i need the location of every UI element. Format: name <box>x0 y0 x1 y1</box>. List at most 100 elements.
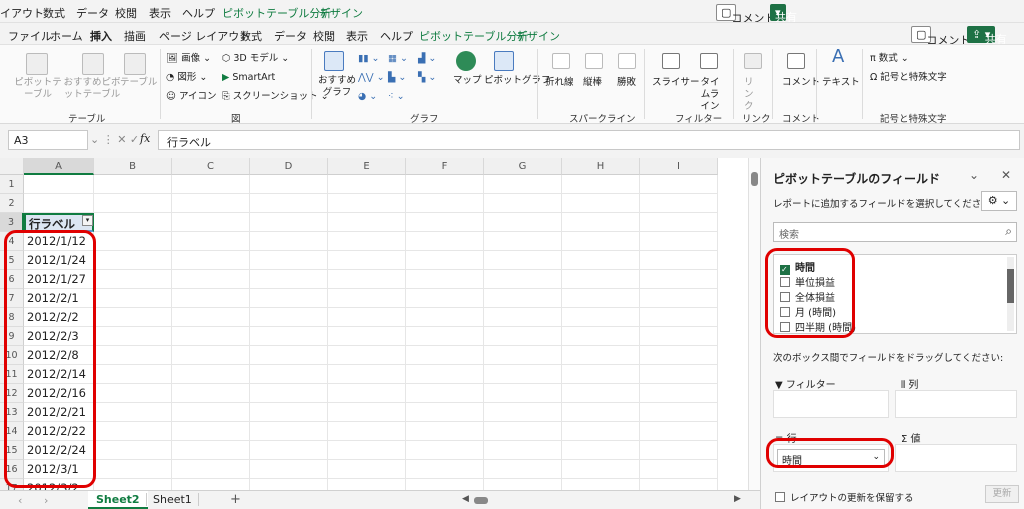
defer-checkbox[interactable] <box>775 492 785 502</box>
table-cell[interactable] <box>640 194 718 213</box>
equation-button[interactable]: π 数式 ⌄ <box>870 53 909 65</box>
fx-button[interactable]: fx <box>140 132 150 145</box>
table-cell[interactable] <box>562 441 640 460</box>
smartart-button[interactable]: ▶ SmartArt <box>222 72 275 84</box>
tab-page-layout[interactable]: ページ レイアウト <box>159 28 250 44</box>
tab-formulas[interactable]: 数式 <box>240 28 262 44</box>
statistic-chart-icon[interactable]: ▙ ⌄ <box>388 72 406 84</box>
tab-draw[interactable]: 描画 <box>124 28 146 44</box>
table-cell[interactable] <box>562 194 640 213</box>
table-cell[interactable] <box>172 384 250 403</box>
table-cell[interactable] <box>250 251 328 270</box>
name-box[interactable]: A3 <box>8 130 88 150</box>
table-cell[interactable] <box>562 270 640 289</box>
tab-pivot-analysis[interactable]: ピボットテーブル分析 <box>419 28 528 44</box>
table-cell[interactable] <box>328 422 406 441</box>
table-button[interactable]: テーブル <box>120 77 157 89</box>
table-cell[interactable] <box>250 422 328 441</box>
link-button[interactable]: リンク <box>744 77 762 113</box>
table-cell[interactable] <box>562 308 640 327</box>
table-cell[interactable] <box>94 232 172 251</box>
sparkline-column-button[interactable]: 縦棒 <box>583 77 602 89</box>
table-cell[interactable] <box>562 289 640 308</box>
add-sheet-icon[interactable]: + <box>230 492 241 507</box>
table-cell[interactable] <box>94 327 172 346</box>
table-cell[interactable] <box>328 403 406 422</box>
share-button[interactable]: ⇪ 共有 ▾ <box>967 26 1007 46</box>
field-list-scrollbar[interactable] <box>1007 257 1014 331</box>
table-cell[interactable] <box>328 327 406 346</box>
row-header[interactable]: 2 <box>0 194 24 213</box>
tab-home[interactable]: ホーム <box>50 28 83 44</box>
table-cell[interactable] <box>406 479 484 490</box>
column-header-a[interactable]: A <box>24 158 94 175</box>
table-cell[interactable] <box>250 460 328 479</box>
table-cell[interactable] <box>640 251 718 270</box>
formula-input[interactable]: 行ラベル <box>158 130 1020 150</box>
table-cell[interactable] <box>250 403 328 422</box>
table-cell[interactable] <box>640 460 718 479</box>
top-tab-review[interactable]: 校閲 <box>115 5 137 21</box>
table-cell[interactable] <box>484 346 562 365</box>
table-cell[interactable] <box>328 194 406 213</box>
line-chart-icon[interactable]: ⋀⋁ ⌄ <box>358 72 385 84</box>
scrollbar-thumb[interactable] <box>751 172 758 186</box>
table-cell[interactable] <box>94 270 172 289</box>
table-cell[interactable] <box>94 365 172 384</box>
table-cell[interactable] <box>172 346 250 365</box>
tab-help[interactable]: ヘルプ <box>380 28 413 44</box>
table-cell[interactable] <box>94 441 172 460</box>
table-cell[interactable] <box>484 422 562 441</box>
table-cell[interactable] <box>562 232 640 251</box>
table-cell[interactable] <box>484 270 562 289</box>
table-cell[interactable] <box>250 194 328 213</box>
table-cell[interactable] <box>24 175 94 194</box>
vertical-scrollbar[interactable] <box>748 158 760 490</box>
table-cell[interactable] <box>172 251 250 270</box>
tab-file[interactable]: ファイル <box>8 28 52 44</box>
tab-review[interactable]: 校閲 <box>313 28 335 44</box>
sheet-tab-sheet2[interactable]: Sheet2 <box>88 491 148 509</box>
hscroll-thumb[interactable] <box>474 497 488 504</box>
table-cell[interactable] <box>406 251 484 270</box>
table-cell[interactable] <box>406 232 484 251</box>
table-cell[interactable] <box>406 460 484 479</box>
table-cell[interactable] <box>562 403 640 422</box>
table-cell[interactable] <box>172 213 250 232</box>
waterfall-chart-icon[interactable]: ▟ ⌄ <box>418 53 436 65</box>
table-cell[interactable] <box>406 384 484 403</box>
table-cell[interactable] <box>328 213 406 232</box>
table-cell[interactable] <box>328 308 406 327</box>
shape-button[interactable]: ◔ 図形 ⌄ <box>166 72 207 84</box>
field-search-box[interactable]: 検索 ⌕ <box>773 222 1017 242</box>
table-cell[interactable] <box>328 460 406 479</box>
table-cell[interactable] <box>328 232 406 251</box>
table-cell[interactable] <box>250 479 328 490</box>
tab-view[interactable]: 表示 <box>346 28 368 44</box>
table-cell[interactable] <box>640 441 718 460</box>
table-cell[interactable] <box>484 384 562 403</box>
table-cell[interactable] <box>328 289 406 308</box>
table-cell[interactable] <box>484 403 562 422</box>
column-chart-icon[interactable]: ▮▮ ⌄ <box>358 53 379 65</box>
table-cell[interactable] <box>172 403 250 422</box>
top-share-button[interactable]: 共有 ▾ <box>770 4 797 22</box>
table-cell[interactable] <box>484 327 562 346</box>
table-cell[interactable] <box>172 460 250 479</box>
table-cell[interactable] <box>94 346 172 365</box>
new-comment-button[interactable]: コメント <box>782 77 820 89</box>
table-cell[interactable] <box>562 384 640 403</box>
gear-icon[interactable]: ⚙ ⌄ <box>981 191 1017 211</box>
table-cell[interactable] <box>172 327 250 346</box>
table-cell[interactable] <box>640 422 718 441</box>
table-cell[interactable] <box>94 308 172 327</box>
table-cell[interactable] <box>328 441 406 460</box>
screenshot-button[interactable]: ⎘ スクリーンショット ⌄ <box>222 91 329 103</box>
table-cell[interactable] <box>250 441 328 460</box>
table-cell[interactable] <box>172 194 250 213</box>
top-tab-layout[interactable]: イアウト <box>0 5 44 21</box>
name-box-dropdown-icon[interactable]: ⌄ ⋮ ✕ ✓ <box>90 133 139 146</box>
table-cell[interactable] <box>94 175 172 194</box>
field-list-scroll-thumb[interactable] <box>1007 269 1014 303</box>
column-header-c[interactable]: C <box>172 158 250 175</box>
